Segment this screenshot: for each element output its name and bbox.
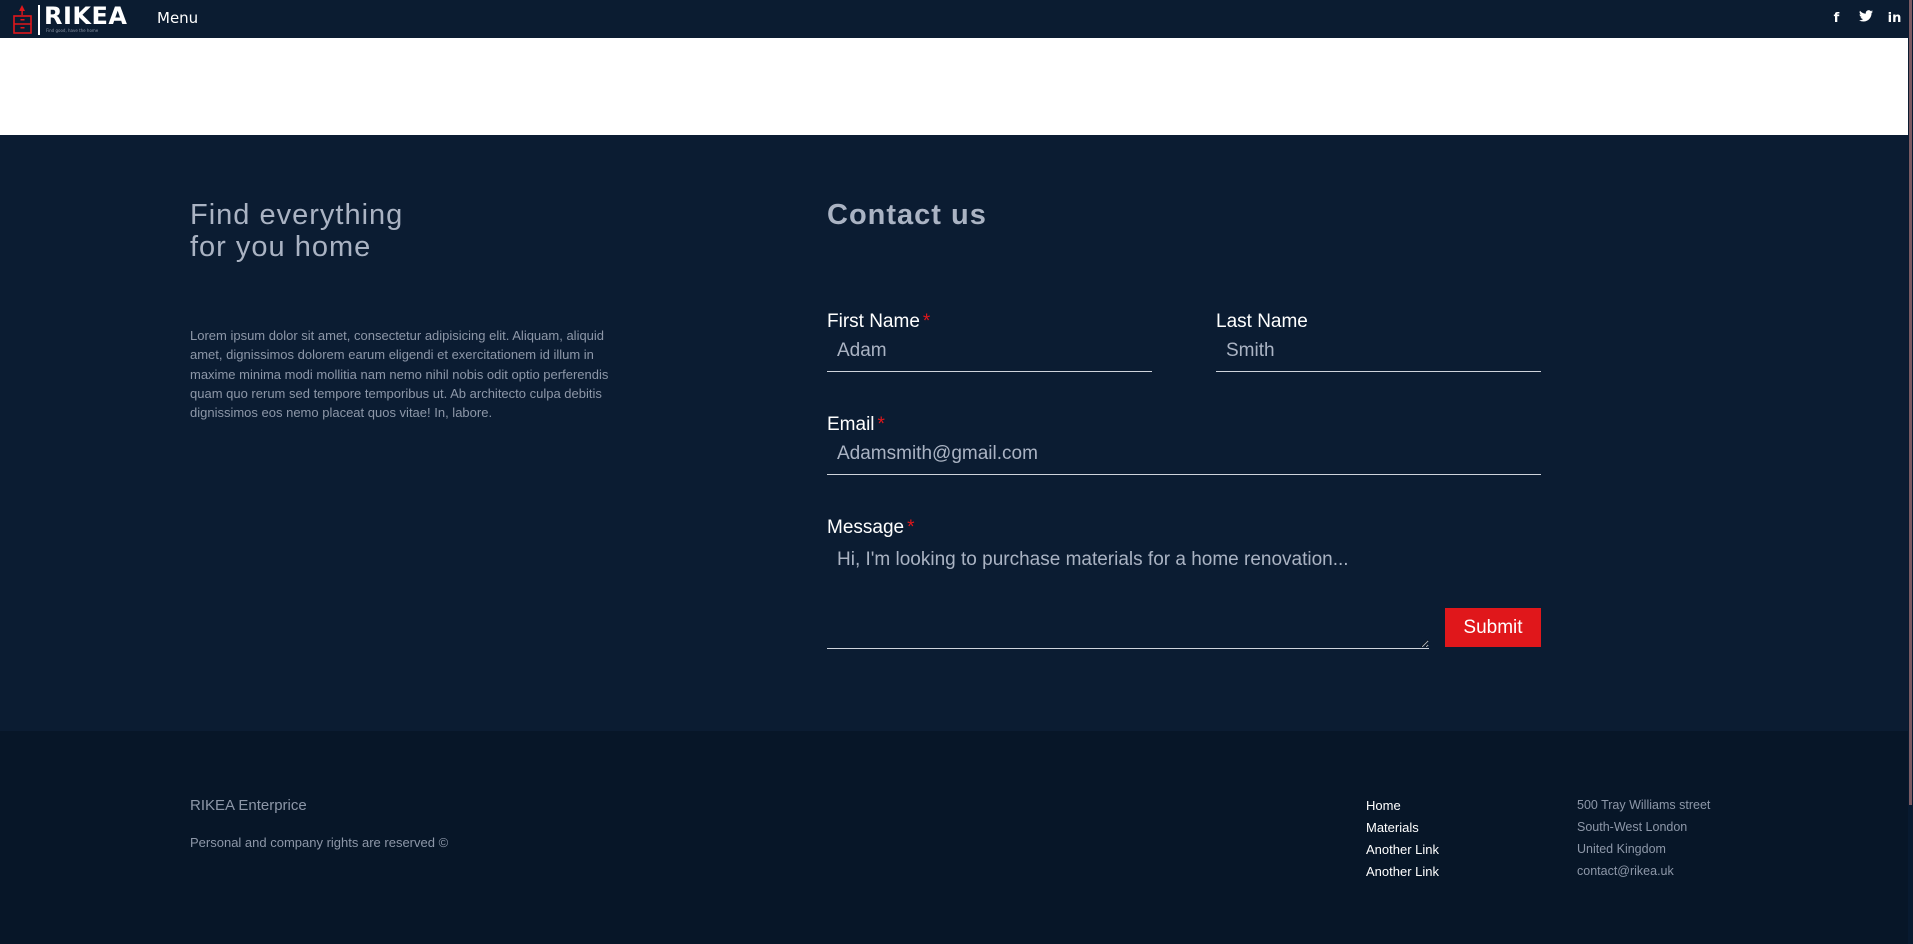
facebook-icon[interactable]: f (1828, 10, 1845, 27)
footer-rights: Personal and company rights are reserved… (190, 835, 449, 850)
intro-description: Lorem ipsum dolor sit amet, consectetur … (190, 328, 609, 421)
footer-company-name: RIKEA Enterprice (190, 797, 307, 814)
brand-divider (38, 5, 40, 35)
email-field[interactable] (827, 436, 1541, 475)
footer-link-home[interactable]: Home (1366, 797, 1439, 814)
message-label-text: Message (827, 517, 905, 538)
menu-button[interactable]: Menu (157, 9, 198, 27)
message-group: Message* Submit (827, 517, 1541, 649)
contact-section: Find everything for you home Lorem ipsum… (0, 135, 1908, 731)
address-email[interactable]: contact@rikea.uk (1577, 863, 1710, 880)
email-label-text: Email (827, 414, 875, 435)
top-navbar: RIKEA Find good, have the home Menu f in (0, 0, 1908, 38)
drawer-lamp-icon (13, 5, 32, 34)
email-group: Email * (827, 414, 1541, 475)
required-mark: * (922, 311, 931, 332)
brand-name: RIKEA (44, 2, 128, 30)
footer: RIKEA Enterprice Personal and company ri… (0, 731, 1908, 944)
twitter-icon[interactable] (1857, 10, 1874, 27)
last-name-field[interactable] (1216, 333, 1541, 372)
required-mark: * (907, 517, 915, 538)
footer-link-materials[interactable]: Materials (1366, 819, 1439, 836)
footer-nav: Home Materials Another Link Another Link (1366, 797, 1439, 880)
footer-link-another-2[interactable]: Another Link (1366, 863, 1439, 880)
first-name-label: First Name * (827, 311, 930, 332)
intro-column: Find everything for you home Lorem ipsum… (190, 199, 640, 435)
intro-title: Find everything for you home (190, 199, 640, 263)
contact-title: Contact us (827, 199, 987, 231)
hero-blank-band (0, 38, 1908, 135)
last-name-label: Last Name (1216, 311, 1308, 332)
contact-form: Contact us First Name* Last Name Email* … (827, 199, 1541, 649)
address-region: South-West London (1577, 820, 1688, 834)
scrollbar[interactable] (1908, 0, 1913, 944)
message-label: Message * (827, 517, 915, 538)
social-links: f in (1828, 10, 1908, 27)
footer-address: 500 Tray Williams street South-West Lond… (1577, 797, 1710, 880)
first-name-field[interactable] (827, 333, 1152, 372)
required-mark: * (877, 414, 885, 435)
email-label: Email * (827, 414, 885, 435)
address-street: 500 Tray Williams street (1577, 798, 1711, 812)
first-name-group: First Name * (827, 311, 1152, 372)
intro-title-line1: Find everything (190, 199, 404, 231)
first-name-label-text: First Name (827, 311, 920, 332)
brand-logo[interactable]: RIKEA Find good, have the home (12, 3, 127, 35)
footer-link-another-1[interactable]: Another Link (1366, 841, 1439, 858)
scrollbar-thumb[interactable] (1909, 0, 1912, 805)
message-textarea[interactable] (827, 539, 1429, 649)
submit-button[interactable]: Submit (1445, 608, 1541, 647)
intro-title-line2: for you home (190, 231, 372, 263)
name-row: First Name* Last Name (827, 311, 1541, 381)
address-country: United Kingdom (1577, 842, 1666, 856)
brand-tagline: Find good, have the home (46, 28, 99, 33)
linkedin-icon[interactable]: in (1886, 10, 1903, 27)
last-name-group: Last Name (1216, 311, 1541, 372)
